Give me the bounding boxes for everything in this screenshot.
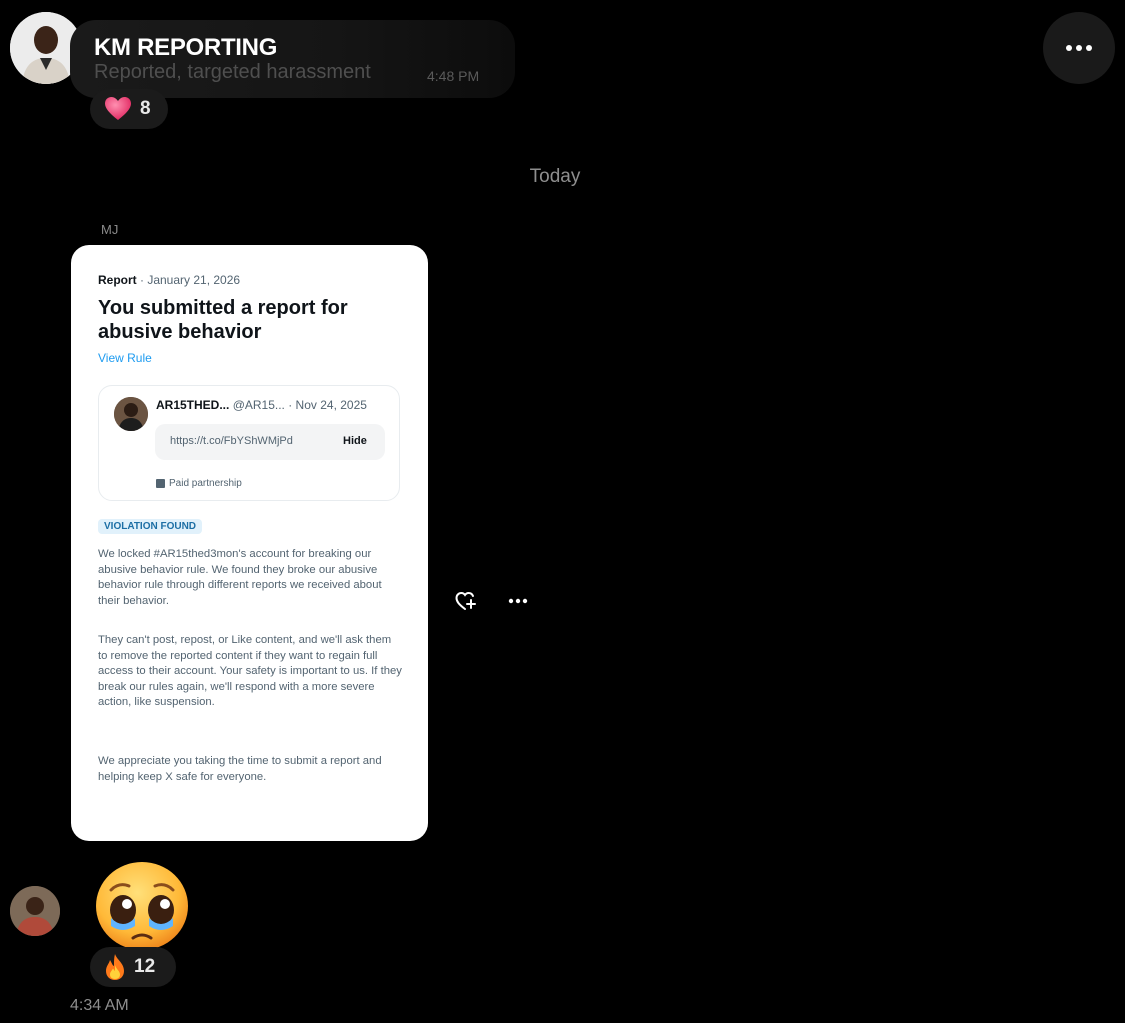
user-avatar-icon xyxy=(114,397,148,431)
report-meta: Report · January 21, 2026 xyxy=(98,273,240,287)
reply-preview-time: 4:48 PM xyxy=(427,68,480,84)
fire-reaction-count: 12 xyxy=(134,956,156,977)
sender-initials: MJ xyxy=(101,222,119,237)
quoted-post-link[interactable]: https://t.co/FbYShWMjPd xyxy=(170,435,293,447)
conversation-title[interactable]: KM REPORTING xyxy=(94,34,277,62)
paid-partnership-icon xyxy=(156,479,165,488)
more-horizontal-icon xyxy=(1066,45,1092,51)
report-paragraph-2: They can't post, repost, or Like content… xyxy=(98,634,402,708)
message-timestamp: 4:34 AM xyxy=(70,997,129,1014)
quoted-post-link-box[interactable]: https://t.co/FbYShWMjPd Hide xyxy=(155,424,385,460)
quoted-post-handle: @AR15... · Nov 24, 2025 xyxy=(229,398,367,412)
quoted-post-avatar xyxy=(114,397,148,431)
paid-partnership-label: Paid partnership xyxy=(156,478,242,489)
user-avatar-icon xyxy=(10,886,60,936)
report-paragraph-1: We locked #AR15thed3mon's account for br… xyxy=(98,548,382,607)
quoted-post-author: AR15THED... @AR15... · Nov 24, 2025 xyxy=(156,398,367,412)
conversation-more-button[interactable] xyxy=(1043,12,1115,84)
report-paragraph-3: We appreciate you taking the time to sub… xyxy=(98,755,382,783)
reply-preview-text: Reported, targeted harassment xyxy=(94,61,371,83)
message-more-button[interactable] xyxy=(508,591,528,609)
quoted-post-name: AR15THED... xyxy=(156,398,230,412)
heart-reaction-count: 8 xyxy=(140,98,151,119)
violation-badge: VIOLATION FOUND xyxy=(98,519,203,534)
report-date: · January 21, 2026 xyxy=(136,273,241,287)
heart-reaction-pill[interactable]: 8 xyxy=(90,89,168,129)
pleading-face-emoji xyxy=(93,860,191,957)
add-reaction-button[interactable] xyxy=(455,591,477,616)
fire-reaction-pill[interactable]: 12 xyxy=(90,947,176,987)
more-horizontal-icon xyxy=(508,598,528,604)
view-rule-link[interactable]: View Rule xyxy=(98,351,152,365)
heart-plus-icon xyxy=(455,591,476,610)
report-title: You submitted a report for abusive behav… xyxy=(98,297,348,343)
report-card-image[interactable]: Report · January 21, 2026 You submitted … xyxy=(71,245,428,841)
date-divider: Today xyxy=(529,166,581,187)
hide-button[interactable]: Hide xyxy=(343,435,367,447)
report-type: Report xyxy=(98,273,137,287)
heart-icon xyxy=(105,97,131,120)
quoted-post[interactable]: AR15THED... @AR15... · Nov 24, 2025 http… xyxy=(98,385,400,501)
fire-icon xyxy=(106,954,124,980)
pleading-face-icon xyxy=(96,862,188,950)
paid-partnership-text: Paid partnership xyxy=(169,478,242,489)
sender-avatar[interactable] xyxy=(10,886,60,936)
